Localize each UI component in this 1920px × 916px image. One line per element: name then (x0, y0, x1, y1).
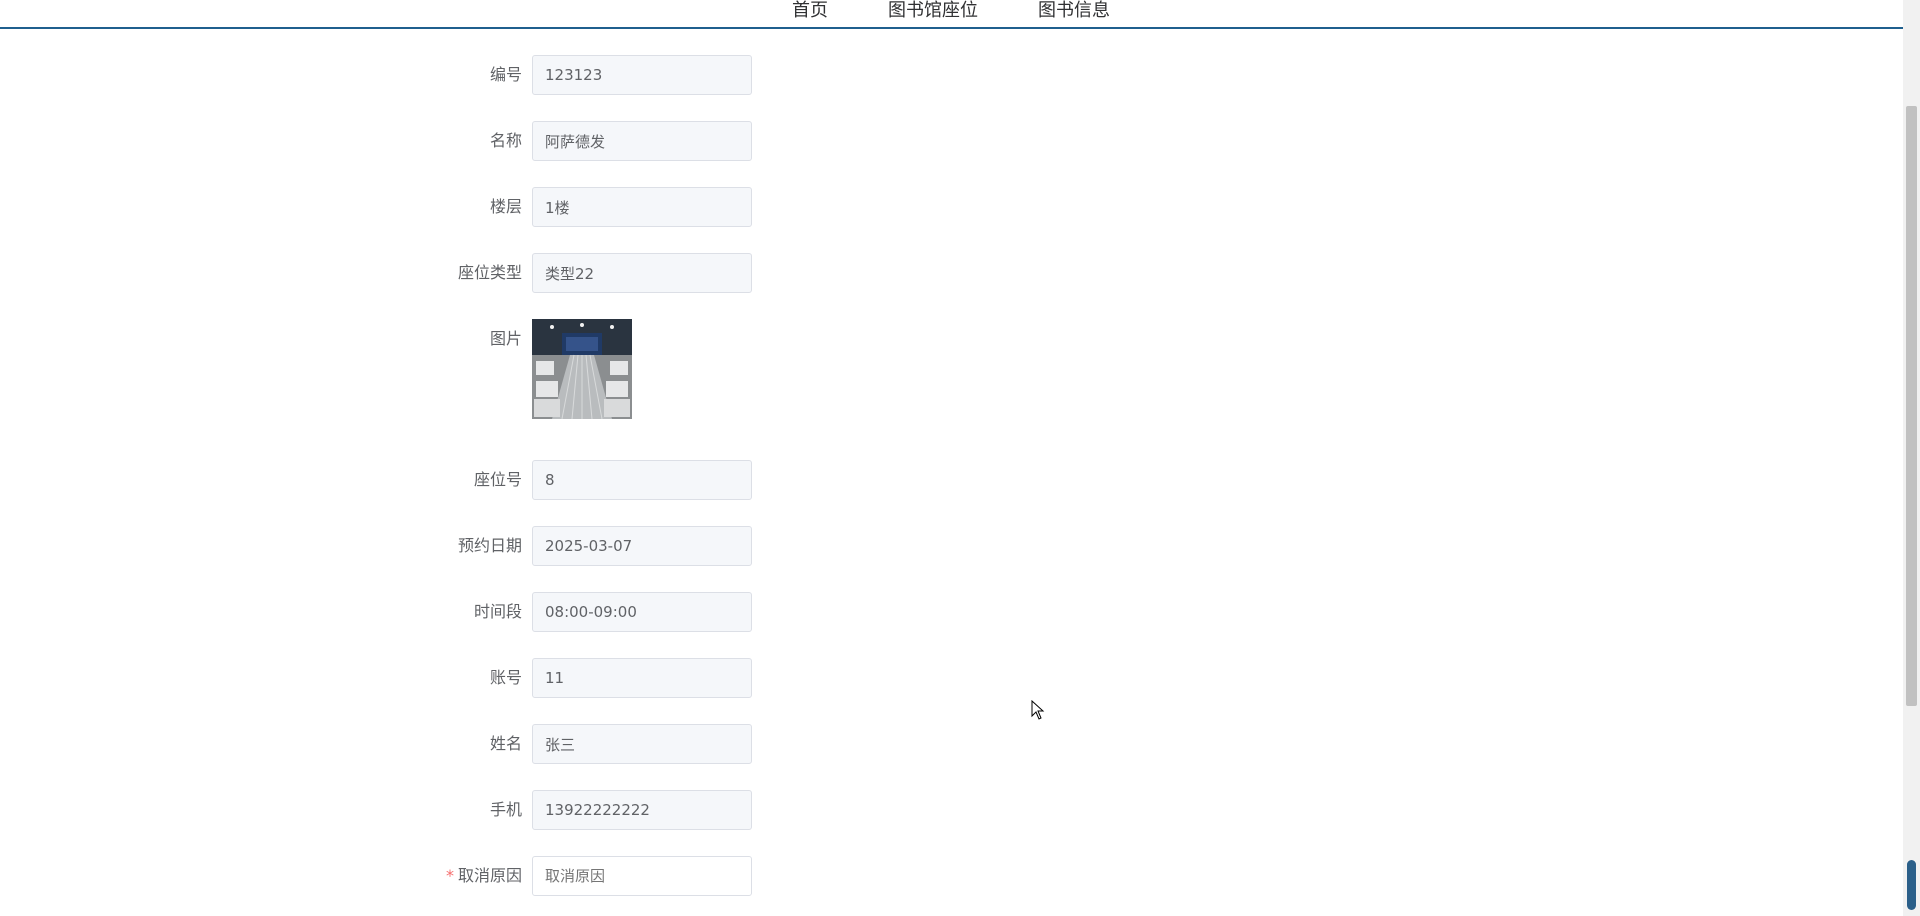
required-mark: * (445, 866, 454, 885)
field-row-seat-type: 座位类型 (0, 253, 1000, 293)
field-label-full-name: 姓名 (489, 734, 522, 753)
seat-photo[interactable] (532, 319, 632, 419)
field-label-floor: 楼层 (489, 197, 522, 216)
field-label-id: 编号 (489, 65, 522, 84)
name-input[interactable] (532, 121, 752, 161)
field-row-full-name: 姓名 (0, 724, 1000, 764)
seat-type-input[interactable] (532, 253, 752, 293)
time-slot-input[interactable] (532, 592, 752, 632)
floor-input[interactable] (532, 187, 752, 227)
field-label-phone: 手机 (489, 800, 522, 819)
field-row-account: 账号 (0, 658, 1000, 698)
field-label-cancel-reason: * 取消原因 (446, 856, 522, 896)
field-row-phone: 手机 (0, 790, 1000, 830)
field-row-floor: 楼层 (0, 187, 1000, 227)
cancel-reason-input[interactable] (532, 856, 752, 896)
scrollbar-thumb[interactable] (1906, 106, 1917, 706)
field-label-account: 账号 (489, 668, 522, 687)
library-room-image (532, 319, 632, 419)
id-input[interactable] (532, 55, 752, 95)
reservation-form: 编号 名称 楼层 座位类型 图片 (0, 0, 1903, 916)
field-row-name: 名称 (0, 121, 1000, 161)
field-row-photo: 图片 (0, 319, 1000, 359)
seat-number-input[interactable] (532, 460, 752, 500)
field-label-time-slot: 时间段 (473, 602, 522, 621)
cancel-reason-label: 取消原因 (457, 866, 522, 885)
field-label-name: 名称 (489, 131, 522, 150)
field-row-id: 编号 (0, 55, 1000, 95)
field-label-seat-number: 座位号 (473, 470, 522, 489)
full-name-input[interactable] (532, 724, 752, 764)
field-label-reservation-date: 预约日期 (457, 536, 522, 555)
field-row-cancel-reason: * 取消原因 (0, 856, 1000, 896)
mouse-cursor-icon (1031, 699, 1045, 720)
field-row-reservation-date: 预约日期 (0, 526, 1000, 566)
reservation-date-input[interactable] (532, 526, 752, 566)
field-row-time-slot: 时间段 (0, 592, 1000, 632)
field-row-seat-number: 座位号 (0, 460, 1000, 500)
field-label-seat-type: 座位类型 (457, 263, 522, 282)
field-label-photo: 图片 (489, 329, 522, 348)
page-scrollbar[interactable] (1903, 0, 1920, 916)
account-input[interactable] (532, 658, 752, 698)
phone-input[interactable] (532, 790, 752, 830)
scroll-to-top-handle[interactable] (1907, 860, 1916, 910)
